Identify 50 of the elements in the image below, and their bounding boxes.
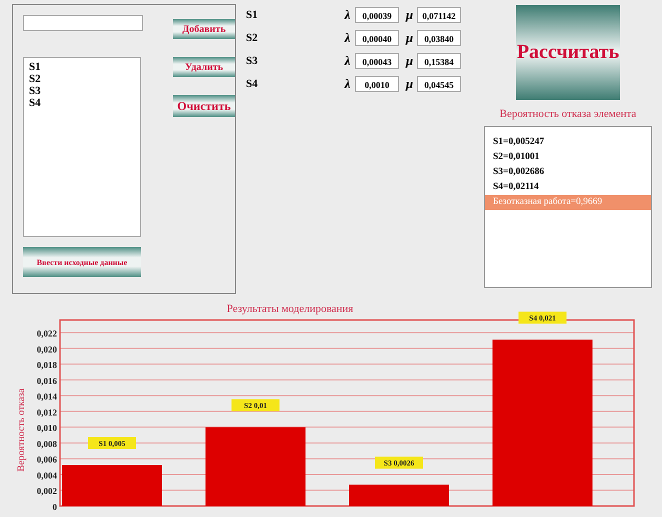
lambda-field[interactable]: 0,00043: [355, 53, 399, 69]
list-item[interactable]: S2: [29, 73, 135, 85]
action-button[interactable]: Добавить: [173, 19, 235, 39]
lambda-symbol: λ: [343, 53, 352, 69]
y-tick-label: 0,006: [36, 454, 57, 465]
chart-title: Результаты моделирования: [226, 303, 354, 315]
action-button[interactable]: Удалить: [173, 57, 235, 77]
lambda-field[interactable]: 0,00040: [355, 30, 399, 46]
lambda-field[interactable]: 0,00039: [355, 7, 399, 23]
mu-symbol: μ: [404, 76, 414, 92]
action-button[interactable]: Очистить: [173, 95, 235, 117]
y-tick-label: 0,014: [36, 392, 57, 402]
list-item[interactable]: S1: [29, 61, 135, 73]
mu-field[interactable]: 0,071142: [417, 7, 461, 23]
name-field[interactable]: [23, 15, 143, 31]
lambda-symbol: λ: [343, 7, 352, 23]
mu-symbol: μ: [404, 53, 414, 69]
lambda-symbol: λ: [343, 30, 352, 46]
result-item[interactable]: S2=0,01001: [485, 150, 651, 165]
result-item[interactable]: S3=0,002686: [485, 165, 651, 180]
result-item[interactable]: S4=0,02114: [485, 180, 651, 195]
lambda-field[interactable]: 0,0010: [355, 76, 399, 92]
mu-symbol: μ: [404, 7, 414, 23]
y-tick-label: 0,020: [36, 344, 57, 354]
y-tick-label: 0,002: [36, 486, 57, 496]
element-name: S1: [246, 9, 259, 21]
input-data-button[interactable]: Ввести исходные данные: [23, 247, 141, 277]
list-item[interactable]: S3: [29, 85, 135, 97]
results-title: Вероятность отказа элемента: [500, 108, 636, 120]
element-name: S2: [246, 32, 259, 44]
calculate-button[interactable]: Рассчитать: [516, 5, 620, 100]
y-tick-label: 0: [52, 502, 57, 512]
y-tick-label: 0,022: [36, 328, 57, 339]
y-tick-label: 0,010: [36, 423, 57, 434]
mu-field[interactable]: 0,03840: [417, 30, 461, 46]
y-tick-label: 0,018: [36, 360, 57, 370]
y-axis-label: Вероятность отказа: [16, 388, 27, 472]
y-tick-label: 0,016: [36, 376, 57, 386]
mu-field[interactable]: 0,04545: [417, 76, 461, 92]
element-name: S4: [246, 78, 259, 90]
element-name: S3: [246, 55, 259, 67]
mu-symbol: μ: [404, 30, 414, 46]
lambda-symbol: λ: [343, 76, 352, 92]
y-tick-label: 0,012: [36, 407, 57, 418]
result-item[interactable]: S1=0,005247: [485, 135, 651, 150]
y-tick-label: 0,004: [36, 470, 57, 480]
y-tick-label: 0,008: [36, 438, 57, 449]
element-list[interactable]: S1 S2 S3 S4: [23, 57, 141, 237]
mu-field[interactable]: 0,15384: [417, 53, 461, 69]
list-item[interactable]: S4: [29, 97, 135, 109]
